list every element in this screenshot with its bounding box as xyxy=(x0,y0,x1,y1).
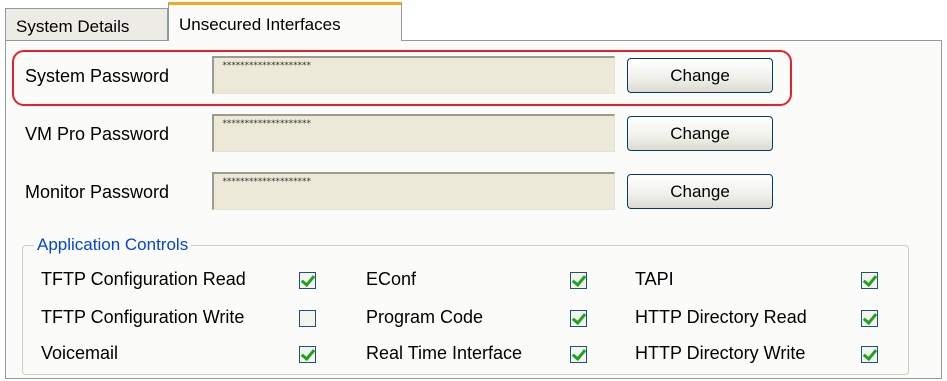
program-code-label: Program Code xyxy=(366,307,484,327)
check-mark-icon xyxy=(300,345,316,362)
econf-label: EConf xyxy=(366,269,417,289)
check-mark-icon xyxy=(571,309,587,326)
http-directory-read-checkbox[interactable] xyxy=(861,309,878,327)
system-password-highlight xyxy=(12,50,792,106)
tab-bar: System Details Unsecured Interfaces xyxy=(0,0,947,41)
tapi-label: TAPI xyxy=(635,269,674,289)
real-time-interface-checkbox[interactable] xyxy=(570,345,587,363)
http-directory-read-label: HTTP Directory Read xyxy=(635,307,807,327)
tftp-config-write-label: TFTP Configuration Write xyxy=(41,307,245,327)
tftp-config-write-checkbox[interactable] xyxy=(299,310,316,327)
tftp-config-read-checkbox[interactable] xyxy=(299,271,316,289)
change-monitor-password-button[interactable]: Change xyxy=(627,174,773,209)
vm-pro-password-field: ******************** xyxy=(212,114,615,152)
check-mark-icon xyxy=(862,271,878,288)
check-mark-icon xyxy=(571,345,587,362)
check-mark-icon xyxy=(862,345,878,362)
tab-unsecured-interfaces[interactable]: Unsecured Interfaces xyxy=(168,2,402,41)
real-time-interface-label: Real Time Interface xyxy=(366,343,523,363)
application-controls-title: Application Controls xyxy=(34,235,192,255)
check-mark-icon xyxy=(862,309,878,326)
program-code-checkbox[interactable] xyxy=(570,309,587,327)
monitor-password-field: ******************** xyxy=(212,172,615,210)
http-directory-write-checkbox[interactable] xyxy=(861,345,878,363)
voicemail-checkbox[interactable] xyxy=(299,345,316,363)
change-vm-pro-password-button[interactable]: Change xyxy=(627,116,773,151)
tapi-checkbox[interactable] xyxy=(861,271,878,289)
check-mark-icon xyxy=(571,271,587,288)
voicemail-label: Voicemail xyxy=(41,343,119,363)
monitor-password-label: Monitor Password xyxy=(25,182,170,202)
vm-pro-password-label: VM Pro Password xyxy=(25,124,170,144)
check-mark-icon xyxy=(300,271,316,288)
tftp-config-read-label: TFTP Configuration Read xyxy=(41,269,246,289)
econf-checkbox[interactable] xyxy=(570,271,587,289)
tab-system-details[interactable]: System Details xyxy=(5,8,168,40)
http-directory-write-label: HTTP Directory Write xyxy=(635,343,806,363)
